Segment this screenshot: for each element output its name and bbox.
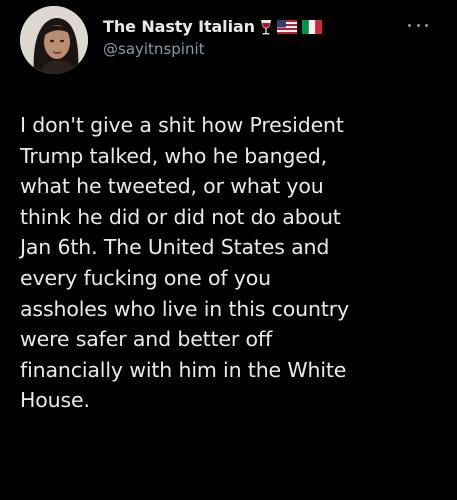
author-info: The Nasty Italian @sayitnspinit (103, 14, 403, 58)
tweet-text: I don't give a shit how President Trump … (20, 110, 440, 416)
italy-flag-icon (301, 19, 322, 34)
tweet-text-line: Trump talked, who he banged, (20, 143, 327, 168)
author-handle[interactable]: @sayitnspinit (103, 40, 403, 58)
wine-glass-icon (260, 19, 272, 35)
tweet-text-line: think he did or did not do about (20, 204, 341, 229)
more-options-icon[interactable] (408, 20, 428, 30)
more-dot (408, 23, 411, 27)
tweet-text-line: were safer and better off (20, 327, 273, 352)
tweet-text-line: House. (20, 388, 90, 413)
avatar[interactable] (20, 6, 88, 74)
more-dot (416, 23, 420, 27)
author-name-row: The Nasty Italian (103, 14, 403, 38)
tweet-text-line: assholes who live in this country (20, 296, 350, 321)
tweet-text-line: every fucking one of you (20, 265, 272, 290)
author-display-name[interactable]: The Nasty Italian (103, 17, 255, 36)
us-flag-icon (276, 19, 297, 34)
more-dot (425, 23, 428, 27)
tweet-text-line: financially with him in the White (20, 357, 347, 382)
tweet-text-line: Jan 6th. The United States and (20, 235, 330, 260)
avatar-image (20, 6, 88, 74)
tweet-header: The Nasty Italian @sayitnspinit (20, 6, 440, 76)
tweet-text-line: what he tweeted, or what you (20, 174, 324, 199)
tweet-card: The Nasty Italian @sayitnspinit I don't … (0, 0, 457, 500)
tweet-text-line: I don't give a shit how President (20, 113, 344, 137)
